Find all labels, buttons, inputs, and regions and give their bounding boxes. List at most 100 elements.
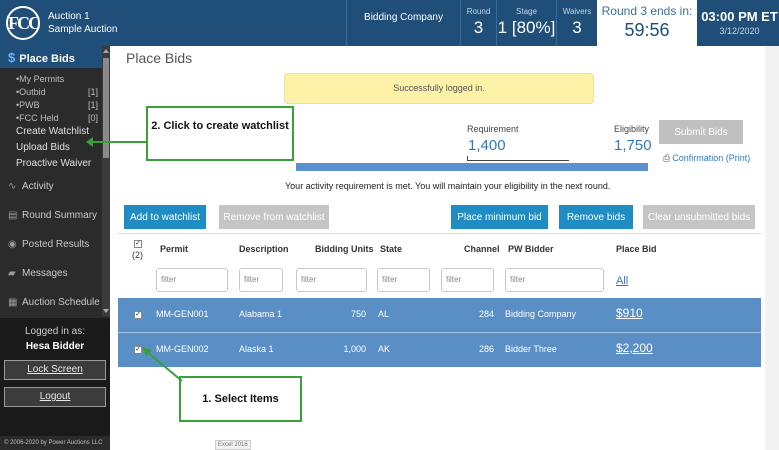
description-cell: Alaska 1 [239,344,274,354]
submit-bids-button[interactable]: Submit Bids [659,120,743,144]
round-summary-icon: ▤ [8,210,18,221]
sidebar-item-auction-schedule[interactable]: ▦ Auction Schedule [0,288,110,317]
channel-cell: 286 [478,344,494,354]
sidebar-item-posted-results[interactable]: ◉ Posted Results [0,230,110,259]
filter-row: filter filter filter filter filter filte… [118,265,761,297]
remove-from-watchlist-button[interactable]: Remove from watchlist [219,205,329,229]
place-bid-link[interactable]: $910 [616,306,643,320]
sidebar-item-label: Auction Schedule [22,297,100,308]
sidebar-item-activity[interactable]: ∿ Activity [0,172,110,201]
state-cell: AL [378,309,390,319]
count-badge: [1] [87,100,98,110]
login-panel: Logged in as: Hesa Bidder Lock Screen Lo… [0,318,110,436]
sidebar-item-messages[interactable]: ▰ Messages [0,259,110,288]
logout-button[interactable]: Logout [4,387,106,407]
column-header-bidding-units[interactable]: Bidding Units [315,244,374,254]
table-row[interactable]: ✓ MM-GEN002 Alaska 1 1,000 AK 286 Bidder… [118,333,761,367]
waivers-label: Waivers [562,7,592,16]
arrow-head-icon [86,137,93,147]
state-cell: AK [378,344,391,354]
column-header-description[interactable]: Description [239,244,289,254]
sidebar-scrollbar[interactable] [102,46,110,316]
sidebar-item-round-summary[interactable]: ▤ Round Summary [0,201,110,230]
waivers-stat: Waivers 3 [556,0,597,46]
excel-tag: Excel 2016 [215,440,251,450]
scroll-thumb[interactable] [103,58,109,158]
place-minimum-bid-button[interactable]: Place minimum bid [451,205,548,229]
sidebar-item-place-bids[interactable]: $ Place Bids [0,46,110,68]
eligibility-bar [296,163,648,171]
sidebar-item-label: Place Bids [19,53,75,65]
sidebar-item-proactive-waiver[interactable]: Proactive Waiver [0,156,110,172]
sidebar: $ Place Bids •My Permits •Outbid [1] •PWB[… [0,46,110,450]
window-edge [765,46,779,450]
channel-filter-input[interactable]: filter [441,268,494,292]
auction-title: Sample Auction [48,24,118,35]
bidding-units-filter-input[interactable]: filter [296,268,367,292]
top-header: FCC Auction 1 Sample Auction Bidding Com… [0,0,779,46]
column-header-state[interactable]: State [380,244,402,254]
permit-filter-input[interactable]: filter [156,268,228,292]
eligibility-bar-fill [296,163,648,171]
auction-schedule-icon: ▦ [8,297,18,308]
activity-icon: ∿ [8,181,17,192]
sidebar-item-label: Round Summary [22,210,98,221]
activity-message: Your activity requirement is met. You wi… [285,181,611,191]
sidebar-item-my-permits[interactable]: •My Permits [0,72,110,85]
timer-value: 59:56 [624,20,670,40]
requirement-label: Requirement [467,124,519,134]
add-to-watchlist-button[interactable]: Add to watchlist [124,205,206,229]
column-header-channel[interactable]: Channel [464,244,500,254]
round-label: Round [466,7,491,16]
callout-arrow [86,137,146,147]
state-filter-input[interactable]: filter [377,268,430,292]
sidebar-item-outbid[interactable]: •Outbid [1] [0,85,110,98]
logged-in-label: Logged in as: [24,326,86,337]
remove-bids-button[interactable]: Remove bids [559,205,633,229]
column-header-permit[interactable]: Permit [160,244,188,254]
sidebar-item-label: Outbid [19,87,46,97]
posted-results-icon: ◉ [8,239,17,250]
pw-bidder-filter-input[interactable]: filter [505,268,604,292]
column-header-place-bid[interactable]: Place Bid [616,244,657,254]
sidebar-item-label: Posted Results [22,239,90,250]
timer-label: Round 3 ends in: [601,4,693,18]
stage-stat: Stage 1 [80%] [496,0,556,46]
copyright: © 2006-2020 by Power Auctions LLC [4,440,103,446]
login-success-alert: Successfully logged in. [284,73,594,104]
description-cell: Alabama 1 [239,309,283,319]
dollar-icon: $ [8,50,16,65]
select-all-checkbox[interactable]: ✓ [134,240,142,248]
scroll-down-icon[interactable] [103,309,109,313]
callout-select-items: 1. Select Items [179,376,302,422]
auction-name: Auction 1 Sample Auction [48,10,118,36]
channel-cell: 284 [478,309,494,319]
print-link[interactable]: (Print) [726,153,751,163]
clear-unsubmitted-bids-button[interactable]: Clear unsubmitted bids [643,205,755,229]
callout-arrow [142,347,183,382]
row-checkbox[interactable]: ✓ [134,311,142,319]
page-title: Place Bids [126,50,193,66]
table-row[interactable]: ✓ MM-GEN001 Alabama 1 750 AL 284 Bidding… [118,298,761,332]
stage-label: Stage [516,7,537,16]
sidebar-item-fcc-held[interactable]: •FCC Held [0] [0,111,110,124]
selected-count: (2) [132,250,143,260]
user-name: Hesa Bidder [25,341,85,352]
eligibility-value: 1,750 [614,137,652,154]
table-header: ✓ (2) Permit Description Bidding Units S… [118,233,761,265]
sidebar-item-create-watchlist[interactable]: Create Watchlist [0,124,110,140]
bid-all-link[interactable]: All [616,275,628,287]
clock-date: 3/12/2020 [719,26,760,36]
column-header-pw-bidder[interactable]: PW Bidder [508,244,554,254]
sidebar-item-pwb[interactable]: •PWB [1] [0,98,110,111]
round-timer: Round 3 ends in: 59:56 [597,0,697,46]
lock-screen-button[interactable]: Lock Screen [4,360,106,380]
stage-value: 1 [80%] [497,18,556,37]
description-filter-input[interactable]: filter [239,268,283,292]
count-badge: [1] [87,87,98,97]
place-bid-link[interactable]: $2,200 [616,341,653,355]
scroll-up-icon[interactable] [103,49,109,53]
confirmation-link[interactable]: ⎙ Confirmation (Print) [663,153,750,164]
fcc-logo: FCC [6,6,41,40]
sidebar-item-label: PWB [19,100,40,110]
